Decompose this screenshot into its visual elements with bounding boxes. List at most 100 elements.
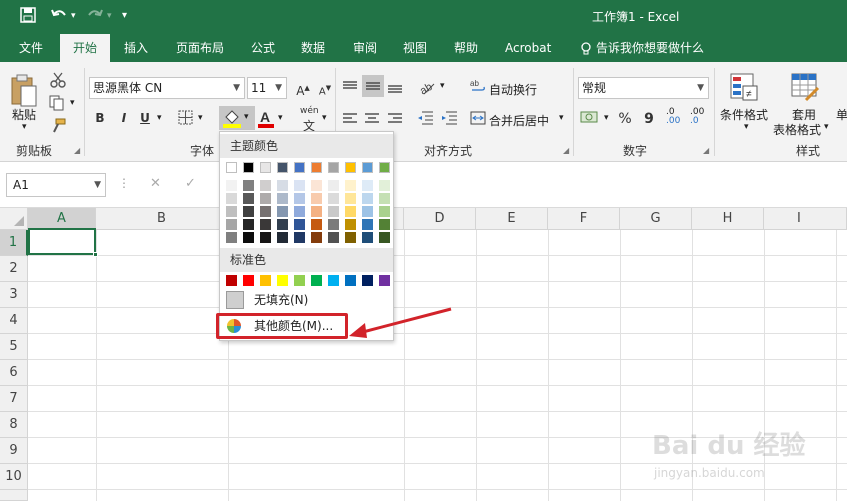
theme-shade-swatch[interactable] bbox=[226, 232, 237, 243]
theme-shade-swatch[interactable] bbox=[294, 206, 305, 217]
bold-button[interactable]: B bbox=[89, 107, 111, 129]
increase-decimal-button[interactable]: .0 .00 bbox=[666, 108, 680, 126]
standard-color-swatch[interactable] bbox=[226, 275, 237, 286]
wrap-text-icon[interactable]: ab bbox=[470, 78, 486, 97]
font-color-dropdown-icon[interactable]: ▾ bbox=[278, 113, 283, 123]
undo-icon[interactable] bbox=[50, 7, 68, 27]
phonetic-button[interactable]: wén bbox=[300, 106, 319, 116]
row-header-1[interactable]: 1 bbox=[0, 230, 28, 256]
theme-shade-swatch[interactable] bbox=[294, 180, 305, 191]
standard-color-swatch[interactable] bbox=[311, 275, 322, 286]
theme-shade-swatch[interactable] bbox=[260, 232, 271, 243]
theme-shade-swatch[interactable] bbox=[379, 219, 390, 230]
theme-shade-swatch[interactable] bbox=[345, 180, 356, 191]
theme-shade-swatch[interactable] bbox=[345, 232, 356, 243]
theme-color-swatch[interactable] bbox=[294, 162, 305, 173]
theme-shade-swatch[interactable] bbox=[328, 219, 339, 230]
customize-qat-icon[interactable]: ▾ bbox=[122, 10, 127, 30]
copy-icon[interactable] bbox=[49, 95, 67, 114]
fill-color-button[interactable]: ▾ bbox=[219, 106, 255, 130]
theme-shade-swatch[interactable] bbox=[243, 193, 254, 204]
tab-insert[interactable]: 插入 bbox=[122, 34, 150, 62]
standard-color-swatch[interactable] bbox=[294, 275, 305, 286]
align-center-icon[interactable] bbox=[364, 112, 380, 129]
align-left-icon[interactable] bbox=[342, 112, 358, 129]
format-as-table-icon[interactable] bbox=[790, 72, 820, 105]
standard-color-swatch[interactable] bbox=[243, 275, 254, 286]
row-header-8[interactable]: 8 bbox=[0, 412, 28, 438]
percent-button[interactable]: % bbox=[614, 108, 636, 130]
theme-shade-swatch[interactable] bbox=[362, 193, 373, 204]
theme-shade-swatch[interactable] bbox=[294, 219, 305, 230]
tab-review[interactable]: 审阅 bbox=[351, 34, 379, 62]
theme-shade-swatch[interactable] bbox=[379, 180, 390, 191]
row-header-9[interactable]: 9 bbox=[0, 438, 28, 464]
theme-shade-swatch[interactable] bbox=[243, 219, 254, 230]
theme-shade-swatch[interactable] bbox=[260, 219, 271, 230]
merge-center-icon[interactable] bbox=[470, 110, 486, 129]
theme-shade-swatch[interactable] bbox=[345, 193, 356, 204]
standard-color-swatch[interactable] bbox=[362, 275, 373, 286]
tab-file[interactable]: 文件 bbox=[17, 34, 45, 62]
theme-color-swatch[interactable] bbox=[345, 162, 356, 173]
theme-shade-swatch[interactable] bbox=[243, 180, 254, 191]
row-header-10[interactable]: 10 bbox=[0, 464, 28, 490]
align-top-icon[interactable] bbox=[342, 80, 358, 97]
cancel-icon[interactable]: ✕ bbox=[150, 176, 161, 191]
font-color-icon[interactable]: A bbox=[257, 109, 275, 132]
theme-shade-swatch[interactable] bbox=[311, 180, 322, 191]
theme-color-swatch[interactable] bbox=[362, 162, 373, 173]
theme-shade-swatch[interactable] bbox=[226, 180, 237, 191]
select-all-corner[interactable] bbox=[0, 208, 28, 230]
increase-font-icon[interactable]: A▲ bbox=[292, 77, 314, 99]
column-header-a[interactable]: A bbox=[28, 208, 96, 230]
theme-shade-swatch[interactable] bbox=[362, 180, 373, 191]
column-header-e[interactable]: E bbox=[476, 208, 548, 230]
clipboard-launcher-icon[interactable]: ◢ bbox=[74, 146, 80, 155]
cell-styles-partial[interactable]: 单 bbox=[836, 106, 847, 123]
conditional-format-dropdown-icon[interactable]: ▾ bbox=[744, 122, 749, 132]
column-header-g[interactable]: G bbox=[620, 208, 692, 230]
row-header-4[interactable]: 4 bbox=[0, 308, 28, 334]
row-header-11[interactable] bbox=[0, 490, 28, 501]
theme-shade-swatch[interactable] bbox=[362, 232, 373, 243]
row-header-5[interactable]: 5 bbox=[0, 334, 28, 360]
increase-indent-icon[interactable] bbox=[440, 110, 458, 129]
paste-dropdown-icon[interactable]: ▾ bbox=[22, 122, 27, 132]
row-header-6[interactable]: 6 bbox=[0, 360, 28, 386]
confirm-icon[interactable]: ✓ bbox=[185, 176, 196, 191]
tab-data[interactable]: 数据 bbox=[299, 34, 327, 62]
selected-cell-a1[interactable] bbox=[28, 228, 98, 257]
undo-dropdown-icon[interactable]: ▾ bbox=[71, 11, 76, 31]
number-launcher-icon[interactable]: ◢ bbox=[703, 146, 709, 155]
standard-color-swatch[interactable] bbox=[277, 275, 288, 286]
alignment-launcher-icon[interactable]: ◢ bbox=[563, 146, 569, 155]
decrease-decimal-button[interactable]: .00 .0 bbox=[690, 108, 704, 126]
borders-dropdown-icon[interactable]: ▾ bbox=[198, 113, 203, 123]
conditional-format-button[interactable]: 条件格式 bbox=[720, 106, 768, 123]
comma-button[interactable]: 9 bbox=[638, 108, 660, 130]
theme-shade-swatch[interactable] bbox=[311, 232, 322, 243]
accounting-format-icon[interactable] bbox=[580, 109, 600, 128]
theme-shade-swatch[interactable] bbox=[243, 206, 254, 217]
merge-center-button[interactable]: 合并后居中 bbox=[489, 112, 549, 129]
italic-button[interactable]: I bbox=[113, 107, 135, 129]
theme-shade-swatch[interactable] bbox=[260, 206, 271, 217]
format-as-table-line2[interactable]: 表格格式 bbox=[773, 121, 821, 138]
theme-color-swatch[interactable] bbox=[226, 162, 237, 173]
save-icon[interactable] bbox=[20, 7, 36, 27]
redo-dropdown-icon[interactable]: ▾ bbox=[107, 11, 112, 31]
underline-button[interactable]: U bbox=[134, 107, 156, 129]
accounting-dropdown-icon[interactable]: ▾ bbox=[604, 113, 609, 123]
theme-color-swatch[interactable] bbox=[260, 162, 271, 173]
tab-help[interactable]: 帮助 bbox=[452, 34, 480, 62]
theme-shade-swatch[interactable] bbox=[362, 206, 373, 217]
phonetic-dropdown-icon[interactable]: ▾ bbox=[322, 113, 327, 123]
decrease-indent-icon[interactable] bbox=[416, 110, 434, 129]
font-name-select[interactable]: 思源黑体 CN ▼ bbox=[89, 77, 245, 99]
standard-color-swatch[interactable] bbox=[379, 275, 390, 286]
cut-icon[interactable] bbox=[50, 72, 66, 91]
theme-color-swatch[interactable] bbox=[311, 162, 322, 173]
theme-shade-swatch[interactable] bbox=[260, 193, 271, 204]
theme-shade-swatch[interactable] bbox=[243, 232, 254, 243]
